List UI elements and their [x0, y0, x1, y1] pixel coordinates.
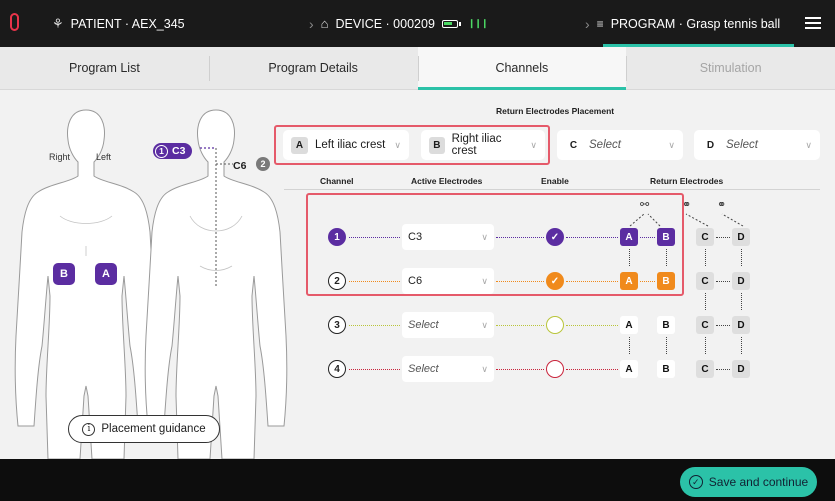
- right-side-label: Right: [49, 152, 71, 162]
- highlight-return-ab: [274, 125, 550, 165]
- enable-toggle-4[interactable]: [546, 360, 564, 378]
- letter-d-tag: D: [706, 139, 715, 151]
- letter-c-tag: C: [569, 139, 578, 151]
- save-and-continue-button[interactable]: ✓ Save and continue: [680, 467, 817, 497]
- battery-icon: [441, 19, 458, 28]
- return-d-1[interactable]: D: [732, 228, 750, 246]
- top-bar: ⚘ PATIENT · AEX_345 › ⌂ DEVICE · 000209 …: [0, 0, 835, 47]
- chevron-down-icon: ∨: [668, 139, 675, 150]
- row-connector: [496, 369, 544, 370]
- device-label: DEVICE · 000209: [335, 16, 435, 31]
- return-b-3[interactable]: B: [657, 316, 675, 334]
- patient-icon: ⚘: [52, 15, 64, 31]
- channel-number: 1: [155, 144, 168, 158]
- return-select-d-value: Select: [726, 139, 758, 151]
- c3-electrode-marker[interactable]: 1 C3: [153, 143, 193, 159]
- row-connector: [716, 281, 730, 282]
- tab-stimulation: Stimulation: [626, 47, 835, 89]
- return-a-4[interactable]: A: [620, 360, 638, 378]
- active-electrode-value: Select: [408, 363, 439, 375]
- return-d-connector: [741, 337, 742, 354]
- info-icon: i: [82, 422, 96, 436]
- col-return-electrodes: Return Electrodes: [650, 176, 724, 186]
- active-electrode-value: Select: [408, 319, 439, 331]
- return-a-3[interactable]: A: [620, 316, 638, 334]
- chevron-down-icon: ∨: [805, 139, 812, 150]
- chevron-down-icon: ∨: [481, 319, 488, 330]
- device-breadcrumb[interactable]: › ⌂ DEVICE · 000209 ❙❙❙: [309, 0, 488, 47]
- row-connector: [716, 237, 730, 238]
- return-c-connector: [705, 337, 706, 354]
- return-d-3[interactable]: D: [732, 316, 750, 334]
- col-active-electrodes: Active Electrodes: [411, 176, 483, 186]
- device-icon: ⌂: [320, 16, 329, 31]
- return-select-c-value: Select: [589, 139, 621, 151]
- battery-nub: [458, 21, 461, 26]
- chevron-right-icon: ›: [309, 15, 314, 32]
- row-connector: [566, 325, 618, 326]
- signal-icon: ❙❙❙: [467, 18, 489, 28]
- menu-icon[interactable]: [805, 17, 821, 29]
- row-connector: [349, 369, 400, 370]
- check-circle-icon: ✓: [688, 475, 703, 489]
- return-c-connector: [705, 293, 706, 310]
- save-label: Save and continue: [708, 475, 809, 489]
- return-select-c[interactable]: C Select ∨: [557, 130, 683, 160]
- channel-row-4: 4 Select ∨ A B C D: [0, 354, 835, 384]
- chevron-right-icon: ›: [585, 15, 590, 32]
- tab-bar: Program List Program Details Channels St…: [0, 47, 835, 90]
- row-connector: [716, 325, 730, 326]
- return-c-connector: [705, 249, 706, 266]
- channel-row-3: 3 Select ∨ A B C D: [0, 310, 835, 340]
- channel-4-number: 4: [328, 360, 346, 378]
- return-d-4[interactable]: D: [732, 360, 750, 378]
- return-placement-title: Return Electrodes Placement: [496, 106, 615, 116]
- chevron-down-icon: ∨: [481, 363, 488, 374]
- return-c-1[interactable]: C: [696, 228, 714, 246]
- return-a-connector: [629, 337, 630, 354]
- patient-label: PATIENT · AEX_345: [70, 16, 185, 31]
- highlight-channels-1-2: [306, 193, 684, 296]
- program-icon: ≡: [596, 16, 604, 31]
- row-connector: [566, 369, 618, 370]
- placement-guidance-button[interactable]: i Placement guidance: [68, 415, 220, 443]
- patient-breadcrumb[interactable]: ⚘ PATIENT · AEX_345: [52, 0, 185, 47]
- return-c-2[interactable]: C: [696, 272, 714, 290]
- enable-toggle-3[interactable]: [546, 316, 564, 334]
- active-electrode-select-3[interactable]: Select ∨: [402, 312, 494, 338]
- c6-label: C6: [233, 160, 247, 172]
- left-side-label: Left: [96, 152, 112, 162]
- return-d-connector: [741, 249, 742, 266]
- c6-channel-number[interactable]: 2: [256, 157, 270, 171]
- row-connector: [349, 325, 400, 326]
- header-divider: [284, 189, 820, 190]
- return-b-connector: [666, 337, 667, 354]
- active-electrode-select-4[interactable]: Select ∨: [402, 356, 494, 382]
- program-breadcrumb[interactable]: › ≡ PROGRAM · Grasp tennis ball: [585, 0, 780, 47]
- col-channel: Channel: [320, 176, 354, 186]
- program-label: PROGRAM · Grasp tennis ball: [610, 16, 781, 31]
- return-select-d[interactable]: D Select ∨: [694, 130, 820, 160]
- channel-3-number: 3: [328, 316, 346, 334]
- tab-channels[interactable]: Channels: [417, 47, 627, 90]
- return-d-connector: [741, 293, 742, 310]
- c3-label: C3: [172, 145, 186, 157]
- col-enable: Enable: [541, 176, 569, 186]
- placement-guidance-label: Placement guidance: [101, 423, 206, 435]
- return-c-3[interactable]: C: [696, 316, 714, 334]
- return-d-2[interactable]: D: [732, 272, 750, 290]
- return-c-4[interactable]: C: [696, 360, 714, 378]
- tab-program-list[interactable]: Program List: [0, 47, 209, 89]
- row-connector: [496, 325, 544, 326]
- row-connector: [716, 369, 730, 370]
- app-logo: [10, 13, 19, 31]
- tab-program-details[interactable]: Program Details: [208, 47, 418, 89]
- return-b-4[interactable]: B: [657, 360, 675, 378]
